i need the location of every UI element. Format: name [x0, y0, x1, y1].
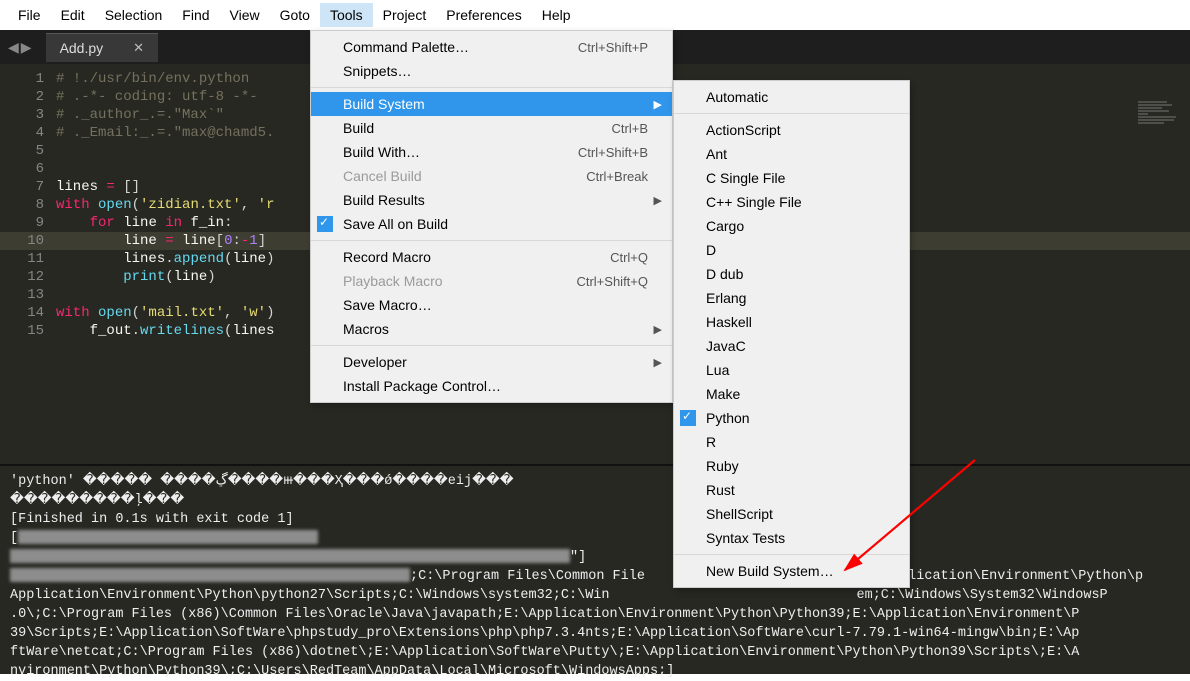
buildsys-ant[interactable]: Ant: [674, 142, 909, 166]
tools-macros[interactable]: Macros▶: [311, 317, 672, 341]
code-area[interactable]: # !./usr/bin/env.python# .-*- coding: ut…: [56, 70, 275, 464]
buildsys-c-single-file[interactable]: C++ Single File: [674, 190, 909, 214]
menu-find[interactable]: Find: [172, 3, 219, 27]
tools-command-palette[interactable]: Command Palette…Ctrl+Shift+P: [311, 35, 672, 59]
buildsys-actionscript[interactable]: ActionScript: [674, 118, 909, 142]
menu-help[interactable]: Help: [532, 3, 581, 27]
gutter: 123456789101112131415: [0, 70, 56, 464]
buildsys-new-build-system[interactable]: New Build System…: [674, 559, 909, 583]
buildsys-erlang[interactable]: Erlang: [674, 286, 909, 310]
tools-save-all-on-build[interactable]: Save All on Build: [311, 212, 672, 236]
minimap[interactable]: [1138, 100, 1186, 140]
tools-install-package-control[interactable]: Install Package Control…: [311, 374, 672, 398]
close-icon[interactable]: ✕: [133, 40, 144, 56]
buildsys-haskell[interactable]: Haskell: [674, 310, 909, 334]
menu-preferences[interactable]: Preferences: [436, 3, 531, 27]
buildsys-rust[interactable]: Rust: [674, 478, 909, 502]
tab-label: Add.py: [60, 40, 104, 56]
tools-playback-macro: Playback MacroCtrl+Shift+Q: [311, 269, 672, 293]
tools-snippets[interactable]: Snippets…: [311, 59, 672, 83]
menu-goto[interactable]: Goto: [270, 3, 320, 27]
buildsys-python[interactable]: Python: [674, 406, 909, 430]
tools-build-with[interactable]: Build With…Ctrl+Shift+B: [311, 140, 672, 164]
tab-add-py[interactable]: Add.py ✕: [46, 33, 159, 62]
tools-menu: Command Palette…Ctrl+Shift+PSnippets… Bui…: [310, 30, 673, 403]
nav-arrows[interactable]: ◀ ▶: [0, 39, 40, 56]
menu-tools[interactable]: Tools: [320, 3, 373, 27]
buildsys-automatic[interactable]: Automatic: [674, 85, 909, 109]
tools-cancel-build: Cancel BuildCtrl+Break: [311, 164, 672, 188]
tools-build[interactable]: BuildCtrl+B: [311, 116, 672, 140]
buildsys-c-single-file[interactable]: C Single File: [674, 166, 909, 190]
buildsys-shellscript[interactable]: ShellScript: [674, 502, 909, 526]
buildsys-javac[interactable]: JavaC: [674, 334, 909, 358]
menu-project[interactable]: Project: [373, 3, 437, 27]
tools-record-macro[interactable]: Record MacroCtrl+Q: [311, 245, 672, 269]
nav-fwd-icon[interactable]: ▶: [21, 39, 32, 56]
menu-edit[interactable]: Edit: [51, 3, 95, 27]
menu-view[interactable]: View: [220, 3, 270, 27]
buildsys-lua[interactable]: Lua: [674, 358, 909, 382]
nav-back-icon[interactable]: ◀: [8, 39, 19, 56]
buildsys-cargo[interactable]: Cargo: [674, 214, 909, 238]
tools-developer[interactable]: Developer▶: [311, 350, 672, 374]
menu-selection[interactable]: Selection: [95, 3, 173, 27]
buildsys-syntax-tests[interactable]: Syntax Tests: [674, 526, 909, 550]
buildsys-make[interactable]: Make: [674, 382, 909, 406]
build-output[interactable]: 'python' ����� ����ڲ����ⲿ���Ҳ���ǿ����еij…: [0, 464, 1190, 674]
buildsys-ruby[interactable]: Ruby: [674, 454, 909, 478]
buildsys-d[interactable]: D: [674, 238, 909, 262]
buildsys-r[interactable]: R: [674, 430, 909, 454]
tools-save-macro[interactable]: Save Macro…: [311, 293, 672, 317]
tools-build-system[interactable]: Build System▶: [311, 92, 672, 116]
menubar: FileEditSelectionFindViewGotoToolsProjec…: [0, 0, 1190, 30]
tools-build-results[interactable]: Build Results▶: [311, 188, 672, 212]
build-system-submenu: Automatic ActionScriptAntC Single FileC++…: [673, 80, 910, 588]
buildsys-d-dub[interactable]: D dub: [674, 262, 909, 286]
menu-file[interactable]: File: [8, 3, 51, 27]
